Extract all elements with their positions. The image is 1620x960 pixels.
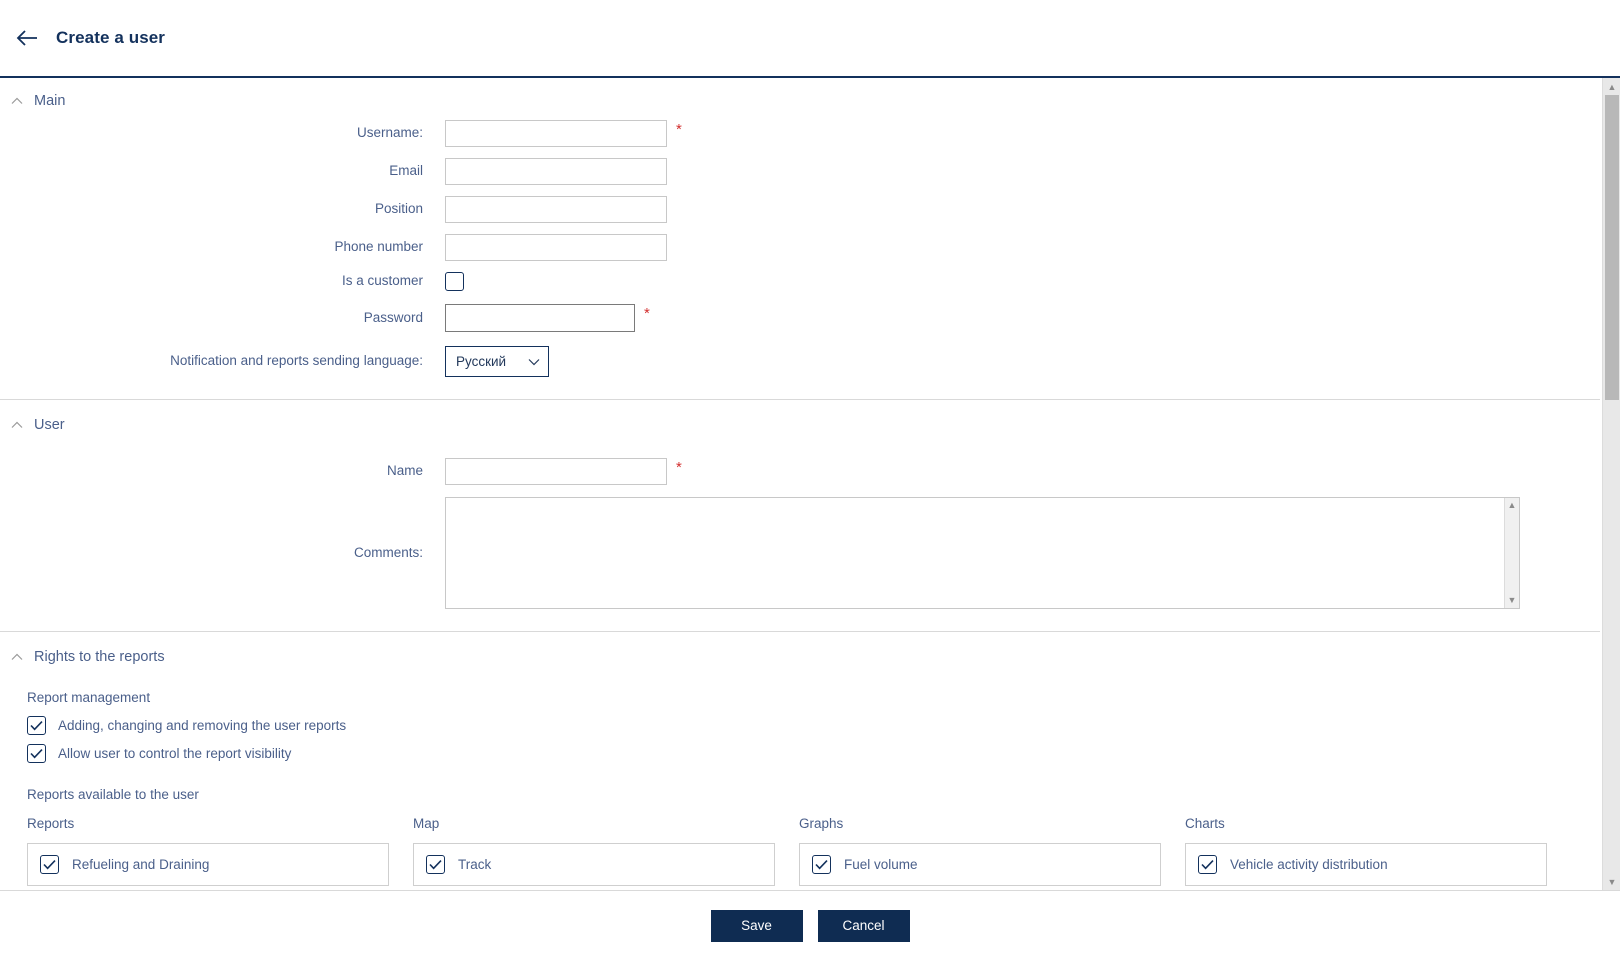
username-label: Username: xyxy=(356,125,423,141)
report-checkbox-vehicle-activity-distribution[interactable] xyxy=(1198,855,1217,874)
list-item[interactable]: Refueling and Draining xyxy=(28,853,388,876)
report-item-label: Refueling and Draining xyxy=(72,857,210,872)
cancel-button[interactable]: Cancel xyxy=(817,909,910,942)
field-row-phone: Phone number xyxy=(0,234,1600,261)
list-item[interactable]: Vehicle activity distribution xyxy=(1186,853,1546,876)
password-label: Password xyxy=(363,309,423,325)
report-column-title: Map xyxy=(413,816,440,831)
permission-row: Allow user to control the report visibil… xyxy=(27,744,1600,763)
email-input[interactable] xyxy=(445,158,667,185)
username-required-marker: * xyxy=(676,121,682,138)
scroll-down-icon[interactable]: ▼ xyxy=(1508,593,1517,608)
report-column-title: Reports xyxy=(27,816,75,831)
report-columns: Reports Refueling and Draining Map Track… xyxy=(27,816,1600,886)
section-user-title: User xyxy=(34,417,65,433)
chevron-up-icon[interactable] xyxy=(8,648,26,666)
list-item[interactable]: Track xyxy=(414,853,774,876)
comments-textarea[interactable] xyxy=(446,498,1519,608)
comments-textarea-wrapper: ▲ ▼ xyxy=(445,497,1520,609)
scroll-up-icon[interactable]: ▲ xyxy=(1508,498,1517,513)
section-main-title: Main xyxy=(34,93,66,109)
name-required-marker: * xyxy=(676,459,682,476)
page-header: Create a user xyxy=(0,0,1620,78)
section-main-header[interactable]: Main xyxy=(0,78,1600,120)
section-rights: Rights to the reports Report management … xyxy=(0,631,1600,886)
phone-number-label: Phone number xyxy=(334,239,423,255)
scroll-up-icon[interactable]: ▲ xyxy=(1603,78,1620,95)
section-user-header[interactable]: User xyxy=(0,400,1600,444)
report-checkbox-fuel-volume[interactable] xyxy=(812,855,831,874)
section-main: Main Username: * Email Position Phone nu… xyxy=(0,78,1600,377)
password-required-marker: * xyxy=(644,305,650,322)
page-scrollbar[interactable]: ▲ ▼ xyxy=(1602,78,1620,890)
report-column-title: Graphs xyxy=(799,816,844,831)
report-column-box: Refueling and Draining xyxy=(27,843,389,886)
report-column-box: Vehicle activity distribution xyxy=(1185,843,1547,886)
field-row-username: Username: * xyxy=(0,120,1600,147)
permission-checkbox-add-change-remove[interactable] xyxy=(27,716,46,735)
form-scroll-area: Main Username: * Email Position Phone nu… xyxy=(0,78,1620,890)
permission-label: Allow user to control the report visibil… xyxy=(58,746,292,761)
field-row-password: Password * xyxy=(0,304,1600,332)
position-input[interactable] xyxy=(445,196,667,223)
report-checkbox-refueling-and-draining[interactable] xyxy=(40,855,59,874)
list-item[interactable]: Fuel volume xyxy=(800,853,1160,876)
permission-label: Adding, changing and removing the user r… xyxy=(58,718,347,733)
field-row-position: Position xyxy=(0,196,1600,223)
page-scrollbar-thumb[interactable] xyxy=(1605,95,1619,400)
is-customer-label: Is a customer xyxy=(341,273,423,289)
report-checkbox-track[interactable] xyxy=(426,855,445,874)
report-column-graphs: Graphs Fuel volume xyxy=(799,816,1161,886)
field-row-is-customer: Is a customer xyxy=(0,272,1600,291)
language-label: Notification and reports sending languag… xyxy=(170,353,423,369)
report-item-label: Fuel volume xyxy=(844,857,918,872)
language-select[interactable]: Русский xyxy=(445,346,549,377)
phone-number-input[interactable] xyxy=(445,234,667,261)
position-label: Position xyxy=(374,201,423,217)
is-customer-checkbox[interactable] xyxy=(445,272,464,291)
chevron-up-icon[interactable] xyxy=(8,416,26,434)
name-label: Name xyxy=(386,463,423,479)
field-row-email: Email xyxy=(0,158,1600,185)
rights-body: Report management Adding, changing and r… xyxy=(0,690,1600,886)
report-management-title: Report management xyxy=(27,690,151,705)
field-row-comments: Comments: ▲ ▼ xyxy=(0,497,1600,609)
back-arrow-icon[interactable] xyxy=(10,21,44,55)
report-column-reports: Reports Refueling and Draining xyxy=(27,816,389,886)
permission-checkbox-report-visibility[interactable] xyxy=(27,744,46,763)
section-rights-header[interactable]: Rights to the reports xyxy=(0,632,1600,676)
email-label: Email xyxy=(389,163,423,179)
report-column-box: Fuel volume xyxy=(799,843,1161,886)
chevron-up-icon[interactable] xyxy=(8,92,26,110)
report-item-label: Vehicle activity distribution xyxy=(1230,857,1388,872)
report-column-map: Map Track xyxy=(413,816,775,886)
save-button[interactable]: Save xyxy=(710,909,803,942)
section-rights-title: Rights to the reports xyxy=(34,649,165,665)
field-row-name: Name * xyxy=(0,458,1600,485)
report-column-charts: Charts Vehicle activity distribution xyxy=(1185,816,1547,886)
field-row-language: Notification and reports sending languag… xyxy=(0,346,1600,377)
form-footer: Save Cancel xyxy=(0,890,1620,960)
language-select-value: Русский xyxy=(456,354,507,369)
report-item-label: Track xyxy=(458,857,492,872)
scroll-down-icon[interactable]: ▼ xyxy=(1603,873,1620,890)
comments-label: Comments: xyxy=(353,544,423,560)
section-user: User Name * Comments: ▲ ▼ xyxy=(0,399,1600,609)
name-input[interactable] xyxy=(445,458,667,485)
permission-row: Adding, changing and removing the user r… xyxy=(27,716,1600,735)
reports-available-title: Reports available to the user xyxy=(27,787,199,802)
chevron-down-icon xyxy=(528,354,540,369)
comments-scrollbar[interactable]: ▲ ▼ xyxy=(1504,498,1519,608)
report-column-title: Charts xyxy=(1185,816,1225,831)
page-title: Create a user xyxy=(56,28,166,47)
username-input[interactable] xyxy=(445,120,667,147)
password-input[interactable] xyxy=(445,304,635,332)
report-column-box: Track xyxy=(413,843,775,886)
form-content: Main Username: * Email Position Phone nu… xyxy=(0,78,1600,886)
